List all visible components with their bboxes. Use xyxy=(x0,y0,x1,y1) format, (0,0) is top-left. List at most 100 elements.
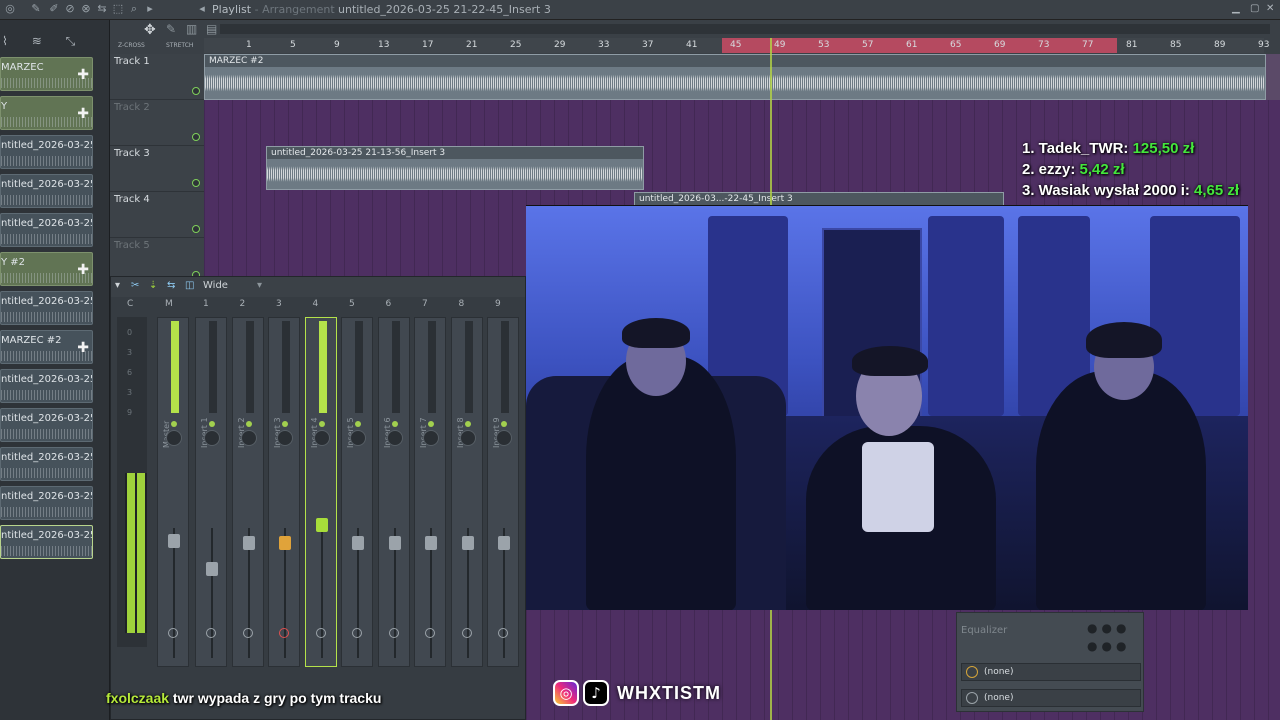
zcross-label[interactable]: Z-CROSS xyxy=(118,42,145,49)
snap-mode-icon[interactable]: ✥ xyxy=(144,22,156,38)
browser-item[interactable]: ntitled_2026-03-25 21-... xyxy=(0,135,93,169)
audio-clip-marzec[interactable]: MARZEC #2 xyxy=(204,54,1266,100)
mixer-link-icon[interactable]: ⇆ xyxy=(167,280,175,291)
record-arm-icon[interactable] xyxy=(461,628,472,638)
add-icon[interactable]: ✚ xyxy=(77,106,89,122)
strip-enable-icon[interactable] xyxy=(501,421,507,427)
slip-icon[interactable]: ⇆ xyxy=(96,3,108,15)
delete-icon[interactable]: ⊘ xyxy=(64,3,76,15)
mixer-preset[interactable]: Wide xyxy=(203,280,228,291)
track-active-icon[interactable] xyxy=(192,179,200,187)
volume-fader[interactable] xyxy=(388,536,401,550)
pan-knob[interactable] xyxy=(496,430,512,446)
fx-slot-2[interactable]: (none) xyxy=(961,689,1141,707)
volume-fader[interactable] xyxy=(206,562,218,576)
mixer-strip[interactable]: Insert 5 xyxy=(341,317,373,667)
add-icon[interactable]: ✚ xyxy=(77,340,89,356)
browser-item[interactable]: Y #2 ✚ xyxy=(0,252,93,286)
audio-clip-insert3a[interactable]: untitled_2026-03-25 21-13-56_Insert 3 xyxy=(266,146,644,190)
mute-icon[interactable]: ⊗ xyxy=(80,3,92,15)
volume-fader[interactable] xyxy=(425,536,437,550)
mixer-strip[interactable]: Insert 7 xyxy=(414,317,446,667)
browser-item[interactable]: ntitled_2026-03-25 21-... xyxy=(0,213,93,247)
menu-icon[interactable]: ◎ xyxy=(4,3,16,15)
chevron-down-icon[interactable]: ▾ xyxy=(257,280,262,291)
fx-slot-1[interactable]: (none) xyxy=(961,663,1141,681)
strip-enable-icon[interactable] xyxy=(245,421,252,427)
add-icon[interactable]: ✚ xyxy=(77,262,89,278)
strip-enable-icon[interactable] xyxy=(428,421,434,427)
strip-enable-icon[interactable] xyxy=(355,421,361,427)
horizontal-scrollbar[interactable] xyxy=(220,24,1270,34)
current-pattern[interactable]: untitled_2026-03-25 21-22-45_Insert 3 xyxy=(338,3,551,16)
close-icon[interactable]: ✕ xyxy=(1266,3,1274,14)
select-icon[interactable]: ⬚ xyxy=(112,3,124,15)
track-active-icon[interactable] xyxy=(192,225,200,233)
mixer-strip[interactable]: Insert 9 xyxy=(487,317,519,667)
brush-icon[interactable]: ✐ xyxy=(48,3,60,15)
browser-item[interactable]: ntitled_2026-03-25 21-... xyxy=(0,174,93,208)
record-arm-icon[interactable] xyxy=(279,628,289,638)
track-header[interactable]: Track 3 xyxy=(110,146,204,192)
pencil-icon[interactable]: ✎ xyxy=(30,3,42,15)
minimize-icon[interactable]: ▁ xyxy=(1232,3,1240,14)
strip-enable-icon[interactable] xyxy=(209,421,215,427)
track-active-icon[interactable] xyxy=(192,133,200,141)
pan-knob[interactable] xyxy=(423,430,439,446)
pan-knob[interactable] xyxy=(204,430,220,446)
add-icon[interactable]: ✚ xyxy=(77,67,89,83)
browser-item[interactable]: ntitled_2026-03-25 21-... xyxy=(0,525,93,559)
record-arm-icon[interactable] xyxy=(206,628,216,638)
track-header[interactable]: Track 1 xyxy=(110,54,204,100)
waveform-icon[interactable]: ≋ xyxy=(32,34,42,48)
browser-item[interactable]: ntitled_2026-03-25 21-... xyxy=(0,408,93,442)
mixer-strip[interactable]: Insert 6 xyxy=(377,317,410,667)
stretch-label[interactable]: STRETCH xyxy=(166,42,193,49)
zoom-icon[interactable]: ⌕ xyxy=(128,3,140,15)
browser-item[interactable]: MARZEC #2 ✚ xyxy=(0,330,93,364)
draw-icon[interactable]: ✎ xyxy=(166,22,176,36)
record-arm-icon[interactable] xyxy=(168,628,178,638)
volume-fader[interactable] xyxy=(315,518,328,532)
mixer-strip[interactable]: Insert 2 xyxy=(231,317,264,667)
browser-item[interactable]: ntitled_2026-03-25 21-... xyxy=(0,486,93,520)
pan-knob[interactable] xyxy=(313,430,330,446)
volume-fader[interactable] xyxy=(279,536,291,550)
pan-knob[interactable] xyxy=(277,430,293,446)
snap-icon[interactable]: ⌇ xyxy=(2,34,8,48)
mixer-strip[interactable]: Insert 1 xyxy=(195,317,227,667)
playback-icon[interactable]: ▸ xyxy=(144,3,156,15)
mixer-strip[interactable]: Insert 8 xyxy=(450,317,483,667)
strip-enable-icon[interactable] xyxy=(391,421,398,427)
strip-enable-icon[interactable] xyxy=(318,421,325,427)
strip-enable-icon[interactable] xyxy=(464,421,471,427)
mixer-view-icon[interactable]: ◫ xyxy=(185,280,194,291)
browser-item[interactable]: ntitled_2026-03-25 21-... xyxy=(0,291,93,325)
volume-fader[interactable] xyxy=(498,536,510,550)
track-header[interactable]: Track 4 xyxy=(110,192,204,238)
record-arm-icon[interactable] xyxy=(315,628,326,638)
volume-fader[interactable] xyxy=(352,536,364,550)
volume-fader[interactable] xyxy=(242,536,255,550)
piano-icon[interactable]: ▥ xyxy=(186,22,197,36)
audio-clip-insert3b[interactable]: untitled_2026-03...-22-45_Insert 3 xyxy=(634,192,1004,206)
pan-knob[interactable] xyxy=(350,430,366,446)
mixer-strip[interactable]: Insert 3 xyxy=(268,317,300,667)
slide-icon[interactable]: ⤡ xyxy=(66,34,76,48)
browser-item[interactable]: MARZEC ✚ xyxy=(0,57,93,91)
maximize-icon[interactable]: ▢ xyxy=(1250,3,1259,14)
plugin-name[interactable]: Equalizer xyxy=(961,625,1007,636)
eq-knobs-row2[interactable]: ●●● xyxy=(1087,639,1130,653)
pan-knob[interactable] xyxy=(240,430,257,446)
record-arm-icon[interactable] xyxy=(352,628,362,638)
mixer-tool-icon[interactable]: ✂ xyxy=(131,280,139,291)
track-active-icon[interactable] xyxy=(192,87,200,95)
pan-knob[interactable] xyxy=(166,430,182,446)
strip-enable-icon[interactable] xyxy=(282,421,288,427)
record-arm-icon[interactable] xyxy=(425,628,435,638)
volume-fader[interactable] xyxy=(168,534,180,548)
strip-enable-icon[interactable] xyxy=(171,421,177,427)
browser-item[interactable]: ntitled_2026-03-25 21-... xyxy=(0,369,93,403)
browser-item[interactable]: ntitled_2026-03-25 21-... xyxy=(0,447,93,481)
record-arm-icon[interactable] xyxy=(242,628,253,638)
